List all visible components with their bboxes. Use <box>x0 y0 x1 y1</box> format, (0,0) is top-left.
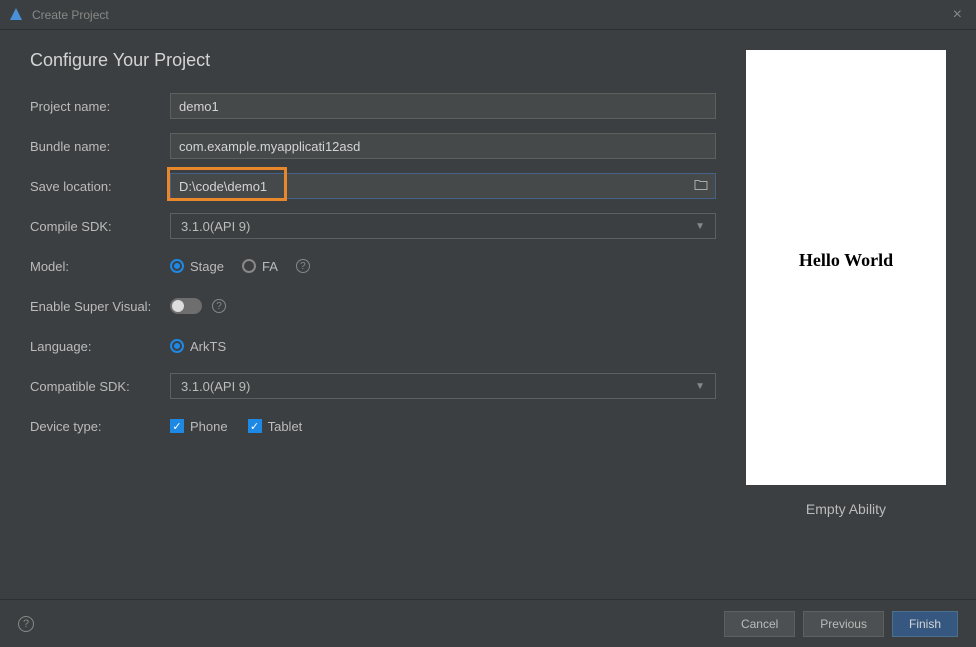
footer: ? Cancel Previous Finish <box>0 599 976 647</box>
row-language: Language: ArkTS <box>30 333 716 359</box>
row-enable-super-visual: Enable Super Visual: ? <box>30 293 716 319</box>
device-type-label: Device type: <box>30 419 170 434</box>
preview-panel: Hello World <box>746 50 946 485</box>
compatible-sdk-value: 3.1.0(API 9) <box>181 379 250 394</box>
enable-super-visual-toggle[interactable] <box>170 298 202 314</box>
row-bundle-name: Bundle name: <box>30 133 716 159</box>
project-name-label: Project name: <box>30 99 170 114</box>
compile-sdk-label: Compile SDK: <box>30 219 170 234</box>
save-location-input[interactable] <box>170 173 716 199</box>
row-compile-sdk: Compile SDK: 3.1.0(API 9) ▼ <box>30 213 716 239</box>
model-radio-fa[interactable]: FA <box>242 259 278 274</box>
preview-content-text: Hello World <box>799 250 893 271</box>
row-project-name: Project name: <box>30 93 716 119</box>
row-compatible-sdk: Compatible SDK: 3.1.0(API 9) ▼ <box>30 373 716 399</box>
window-title: Create Project <box>32 8 109 22</box>
help-icon[interactable]: ? <box>296 259 310 273</box>
row-model: Model: Stage FA ? <box>30 253 716 279</box>
finish-button[interactable]: Finish <box>892 611 958 637</box>
device-checkbox-tablet[interactable]: ✓ Tablet <box>248 419 303 434</box>
model-radio-stage[interactable]: Stage <box>170 259 224 274</box>
compatible-sdk-select[interactable]: 3.1.0(API 9) ▼ <box>170 373 716 399</box>
model-option-fa: FA <box>262 259 278 274</box>
save-location-label: Save location: <box>30 179 170 194</box>
row-device-type: Device type: ✓ Phone ✓ Tablet <box>30 413 716 439</box>
device-option-phone: Phone <box>190 419 228 434</box>
device-option-tablet: Tablet <box>268 419 303 434</box>
chevron-down-icon: ▼ <box>695 221 705 232</box>
project-name-input[interactable] <box>170 93 716 119</box>
chevron-down-icon: ▼ <box>695 381 705 392</box>
browse-folder-icon[interactable] <box>694 179 708 194</box>
device-checkbox-phone[interactable]: ✓ Phone <box>170 419 228 434</box>
model-option-stage: Stage <box>190 259 224 274</box>
language-option-arkts: ArkTS <box>190 339 226 354</box>
titlebar: Create Project × <box>0 0 976 30</box>
bundle-name-label: Bundle name: <box>30 139 170 154</box>
app-logo-icon <box>8 7 24 23</box>
row-save-location: Save location: <box>30 173 716 199</box>
close-icon[interactable]: × <box>947 6 968 24</box>
compile-sdk-value: 3.1.0(API 9) <box>181 219 250 234</box>
previous-button[interactable]: Previous <box>803 611 884 637</box>
compatible-sdk-label: Compatible SDK: <box>30 379 170 394</box>
compile-sdk-select[interactable]: 3.1.0(API 9) ▼ <box>170 213 716 239</box>
checkbox-icon: ✓ <box>170 419 184 433</box>
checkbox-icon: ✓ <box>248 419 262 433</box>
cancel-button[interactable]: Cancel <box>724 611 795 637</box>
help-icon[interactable]: ? <box>212 299 226 313</box>
bundle-name-input[interactable] <box>170 133 716 159</box>
language-radio-arkts[interactable]: ArkTS <box>170 339 226 354</box>
language-label: Language: <box>30 339 170 354</box>
radio-icon <box>170 259 184 273</box>
model-label: Model: <box>30 259 170 274</box>
preview-caption: Empty Ability <box>746 501 946 517</box>
enable-super-visual-label: Enable Super Visual: <box>30 299 170 314</box>
page-title: Configure Your Project <box>30 50 716 71</box>
radio-icon <box>170 339 184 353</box>
help-icon[interactable]: ? <box>18 616 34 632</box>
radio-icon <box>242 259 256 273</box>
